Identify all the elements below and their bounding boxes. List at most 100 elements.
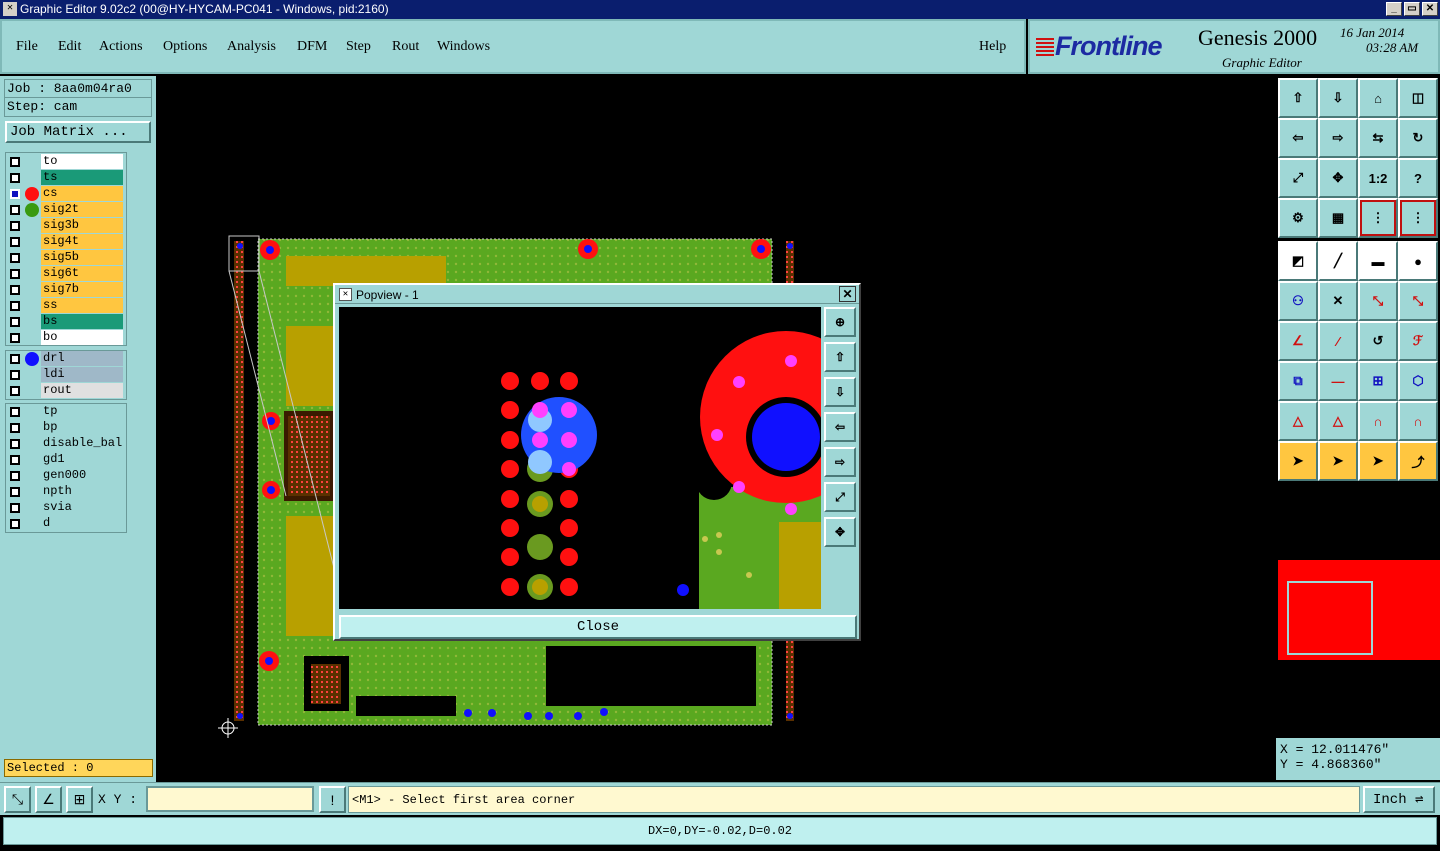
layer-name[interactable]: npth xyxy=(41,484,123,499)
pv-pan-left-icon[interactable]: ⇦ xyxy=(824,412,856,442)
menu-rout[interactable]: Rout xyxy=(392,39,419,55)
layer-row-bp[interactable]: bp xyxy=(5,420,128,436)
move-down-icon[interactable]: ⇩ xyxy=(1318,78,1358,118)
menu-step[interactable]: Step xyxy=(346,39,371,55)
layer-checkbox[interactable] xyxy=(10,205,20,215)
angle-icon[interactable]: ∠ xyxy=(1278,321,1318,361)
layer-row-gen000[interactable]: gen000 xyxy=(5,468,128,484)
layer-row-ts[interactable]: ts xyxy=(5,170,128,186)
triangle-outline-icon[interactable]: △ xyxy=(1318,401,1358,441)
close-window-button[interactable]: ✕ xyxy=(1422,2,1438,16)
layer-name[interactable]: bp xyxy=(41,420,123,435)
layer-row-sig5b[interactable]: sig5b xyxy=(5,250,128,266)
zoom-fit-icon[interactable]: ⤢ xyxy=(1278,158,1318,198)
layer-row-cs[interactable]: cs xyxy=(5,186,128,202)
popview-close-x-icon[interactable]: ✕ xyxy=(839,286,856,302)
layer-color-dot[interactable] xyxy=(25,352,39,366)
layer-checkbox[interactable] xyxy=(10,157,20,167)
menu-edit[interactable]: Edit xyxy=(58,39,81,55)
layer-row-npth[interactable]: npth xyxy=(5,484,128,500)
layer-checkbox[interactable] xyxy=(10,237,20,247)
measure-tool-icon[interactable]: ∠ xyxy=(35,786,62,813)
triangle-icon[interactable]: △ xyxy=(1278,401,1318,441)
copy-feature-icon[interactable]: ⤡ xyxy=(1398,281,1438,321)
layer-row-tp[interactable]: tp xyxy=(5,404,128,420)
overview-preview[interactable] xyxy=(1278,560,1440,660)
layers-mode-icon[interactable]: ⋮ xyxy=(1398,198,1438,238)
layer-checkbox[interactable] xyxy=(10,285,20,295)
layer-name[interactable]: to xyxy=(41,154,123,169)
layer-checkbox[interactable] xyxy=(10,333,20,343)
layer-name[interactable]: sig6t xyxy=(41,266,123,281)
unit-selector[interactable]: Inch ⇌ xyxy=(1363,786,1435,813)
layers-toggle-icon[interactable]: ⋮ xyxy=(1358,198,1398,238)
move-left-icon[interactable]: ⇦ xyxy=(1278,118,1318,158)
home-icon[interactable]: ⌂ xyxy=(1358,78,1398,118)
pad-icon[interactable]: ● xyxy=(1398,241,1438,281)
layer-row-d[interactable]: d xyxy=(5,516,128,532)
layer-checkbox[interactable] xyxy=(10,439,20,449)
layer-row-to[interactable]: to xyxy=(5,154,128,170)
layer-row-gd1[interactable]: gd1 xyxy=(5,452,128,468)
move-feature-icon[interactable]: ⤡ xyxy=(1358,281,1398,321)
slash-icon[interactable]: ⁄ xyxy=(1318,321,1358,361)
layer-checkbox[interactable] xyxy=(10,519,20,529)
pv-zoom-in-icon[interactable]: ⊕ xyxy=(824,307,856,337)
layer-checkbox[interactable] xyxy=(10,386,20,396)
popview-close-button[interactable]: Close xyxy=(339,615,857,639)
maximize-button[interactable]: ▭ xyxy=(1404,2,1420,16)
layer-name[interactable]: cs xyxy=(41,186,123,201)
connect-nodes-icon[interactable]: ⚇ xyxy=(1278,281,1318,321)
layer-checkbox[interactable] xyxy=(10,253,20,263)
layer-name[interactable]: tp xyxy=(41,404,123,419)
grid-icon[interactable]: ▦ xyxy=(1318,198,1358,238)
move-up-icon[interactable]: ⇧ xyxy=(1278,78,1318,118)
layer-row-sig4t[interactable]: sig4t xyxy=(5,234,128,250)
grid-snap-icon[interactable]: ⊞ xyxy=(66,786,93,813)
layer-name[interactable]: sig2t xyxy=(41,202,123,217)
layer-name[interactable]: sig3b xyxy=(41,218,123,233)
layer-row-ss[interactable]: ss xyxy=(5,298,128,314)
menu-file[interactable]: File xyxy=(16,39,38,55)
layer-color-dot[interactable] xyxy=(25,203,39,217)
layer-row-rout[interactable]: rout xyxy=(5,383,128,399)
job-matrix-button[interactable]: Job Matrix ... xyxy=(5,121,151,143)
pv-fit-icon[interactable]: ⤢ xyxy=(824,482,856,512)
shape-icon[interactable]: ⬡ xyxy=(1398,361,1438,401)
layer-name[interactable]: disable_bal xyxy=(41,436,123,451)
menu-actions[interactable]: Actions xyxy=(99,39,143,55)
zoom-ratio-icon[interactable]: 1:2 xyxy=(1358,158,1398,198)
layer-name[interactable]: sig5b xyxy=(41,250,123,265)
line-draw-icon[interactable]: ╱ xyxy=(1318,241,1358,281)
menu-help[interactable]: Help xyxy=(979,39,1006,55)
layer-checkbox[interactable] xyxy=(10,221,20,231)
delete-icon[interactable]: ✕ xyxy=(1318,281,1358,321)
rotate-icon[interactable]: ↻ xyxy=(1398,118,1438,158)
layer-color-dot[interactable] xyxy=(25,187,39,201)
layer-checkbox[interactable] xyxy=(10,423,20,433)
arch-icon[interactable]: ∩ xyxy=(1358,401,1398,441)
layer-row-disable-bal[interactable]: disable_bal xyxy=(5,436,128,452)
mirror-icon[interactable]: ⇆ xyxy=(1358,118,1398,158)
pv-pan-up-icon[interactable]: ⇧ xyxy=(824,342,856,372)
select-feature-icon[interactable]: ◩ xyxy=(1278,241,1318,281)
layer-name[interactable]: bs xyxy=(41,314,123,329)
layer-checkbox[interactable] xyxy=(10,370,20,380)
layer-checkbox[interactable] xyxy=(10,269,20,279)
menu-dfm[interactable]: DFM xyxy=(297,39,327,55)
route-icon[interactable]: ⤴ xyxy=(1398,441,1438,481)
array-icon[interactable]: ⊞ xyxy=(1358,361,1398,401)
layer-name[interactable]: sig4t xyxy=(41,234,123,249)
layer-checkbox[interactable] xyxy=(10,189,20,199)
layer-checkbox[interactable] xyxy=(10,471,20,481)
pv-pan-down-icon[interactable]: ⇩ xyxy=(824,377,856,407)
layer-name[interactable]: svia xyxy=(41,500,123,515)
pv-pan-right-icon[interactable]: ⇨ xyxy=(824,447,856,477)
layer-name[interactable]: ss xyxy=(41,298,123,313)
layer-checkbox[interactable] xyxy=(10,407,20,417)
pv-center-icon[interactable]: ✥ xyxy=(824,517,856,547)
menu-windows[interactable]: Windows xyxy=(437,39,490,55)
popview-canvas[interactable] xyxy=(339,307,821,609)
layer-checkbox[interactable] xyxy=(10,173,20,183)
help-icon[interactable]: ? xyxy=(1398,158,1438,198)
